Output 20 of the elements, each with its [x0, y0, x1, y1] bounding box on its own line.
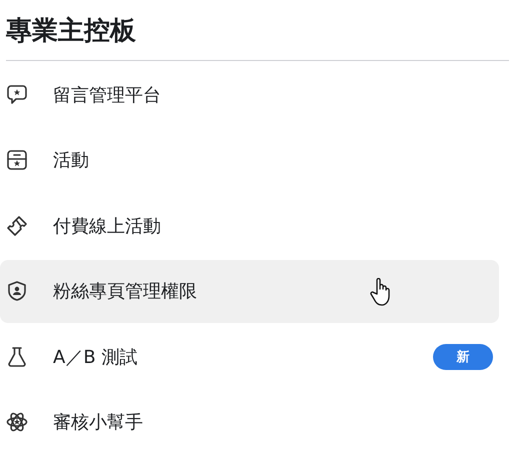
comment-star-icon	[6, 84, 28, 106]
page-title: 專業主控板	[5, 15, 137, 48]
menu-item-label: 留言管理平台	[53, 84, 161, 106]
menu-item-label: A／B 測試	[53, 346, 138, 368]
menu-item-label: 付費線上活動	[53, 214, 161, 238]
menu-item-label: 粉絲專頁管理權限	[53, 280, 197, 303]
atom-star-icon	[6, 411, 28, 433]
flask-icon	[6, 346, 28, 368]
menu-item-label: 活動	[53, 149, 89, 172]
new-badge: 新	[433, 344, 493, 370]
menu-item[interactable]: 留言管理平台	[0, 63, 499, 126]
shield-person-icon	[6, 280, 28, 302]
hand-cursor-icon	[370, 278, 392, 308]
menu-item[interactable]: A／B 測試 新	[0, 325, 499, 388]
menu-item[interactable]: 粉絲專頁管理權限	[0, 260, 499, 322]
ticket-icon	[6, 214, 28, 236]
menu-item-label: 審核小幫手	[53, 411, 143, 434]
menu-item[interactable]: 審核小幫手	[0, 390, 499, 454]
menu-item[interactable]: 活動	[0, 128, 499, 192]
menu-item[interactable]: 付費線上活動	[0, 194, 499, 257]
